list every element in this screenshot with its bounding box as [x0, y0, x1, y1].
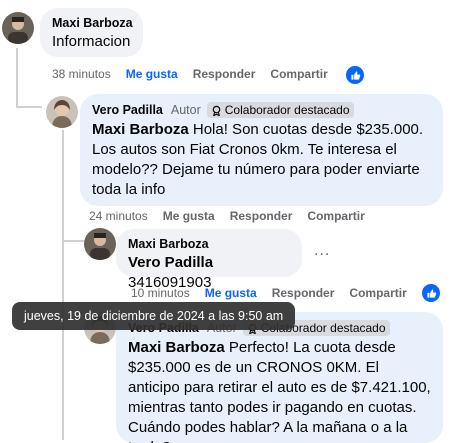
badge-icon [212, 105, 221, 116]
avatar-vero-padilla[interactable] [46, 96, 78, 128]
comment-time[interactable]: 38 minutos [52, 67, 111, 81]
like-button[interactable]: Me gusta [163, 209, 215, 223]
share-button[interactable]: Compartir [307, 209, 364, 223]
top-contributor-badge: Colaborador destacado [206, 102, 354, 118]
reply-author[interactable]: Maxi Barboza [128, 237, 209, 251]
thread-line-reply [62, 130, 64, 440]
comment-bubble: Maxi Barboza Informacion [40, 8, 143, 57]
reply-bubble: Vero Padilla Autor Colaborador destacado… [80, 94, 443, 206]
avatar-maxi-barboza[interactable] [84, 228, 116, 260]
reply-time[interactable]: 10 minutos [131, 286, 190, 300]
thread-line-main-curve [16, 106, 42, 108]
mention-link[interactable]: Maxi Barboza [128, 339, 225, 356]
avatar-maxi-barboza[interactable] [2, 12, 34, 44]
reply-author[interactable]: Vero Padilla [92, 103, 163, 117]
reply-bubble: Maxi Barboza Vero Padilla 3416091903 [116, 229, 302, 291]
comment-author[interactable]: Maxi Barboza [52, 16, 133, 30]
like-reaction-icon[interactable] [422, 284, 440, 302]
timestamp-tooltip: jueves, 19 de diciembre de 2024 a las 9:… [12, 302, 296, 330]
like-button[interactable]: Me gusta [205, 286, 257, 300]
more-options-icon[interactable]: ... [314, 242, 330, 260]
thread-line-reply-curve-1 [62, 240, 84, 242]
reply-button[interactable]: Responder [193, 67, 256, 81]
like-button[interactable]: Me gusta [126, 67, 178, 81]
share-button[interactable]: Compartir [270, 67, 327, 81]
mention-link[interactable]: Vero Padilla [128, 254, 213, 271]
author-tag: Autor [170, 103, 201, 117]
thread-line-main [16, 48, 18, 108]
comment-text: Informacion [52, 33, 131, 50]
reply-bubble: Vero Padilla Autor Colaborador destacado… [116, 312, 443, 443]
reply-button[interactable]: Responder [230, 209, 293, 223]
reply-actions: 10 minutos Me gusta Responder Compartir [131, 286, 422, 300]
badge-label: Colaborador destacado [224, 103, 350, 117]
comment-actions: 38 minutos Me gusta Responder Compartir [52, 67, 343, 81]
share-button[interactable]: Compartir [349, 286, 406, 300]
like-reaction-icon[interactable] [346, 66, 364, 84]
reply-button[interactable]: Responder [272, 286, 335, 300]
reply-actions: 24 minutos Me gusta Responder Compartir [89, 209, 380, 223]
mention-link[interactable]: Maxi Barboza [92, 121, 189, 138]
reply-time[interactable]: 24 minutos [89, 209, 148, 223]
